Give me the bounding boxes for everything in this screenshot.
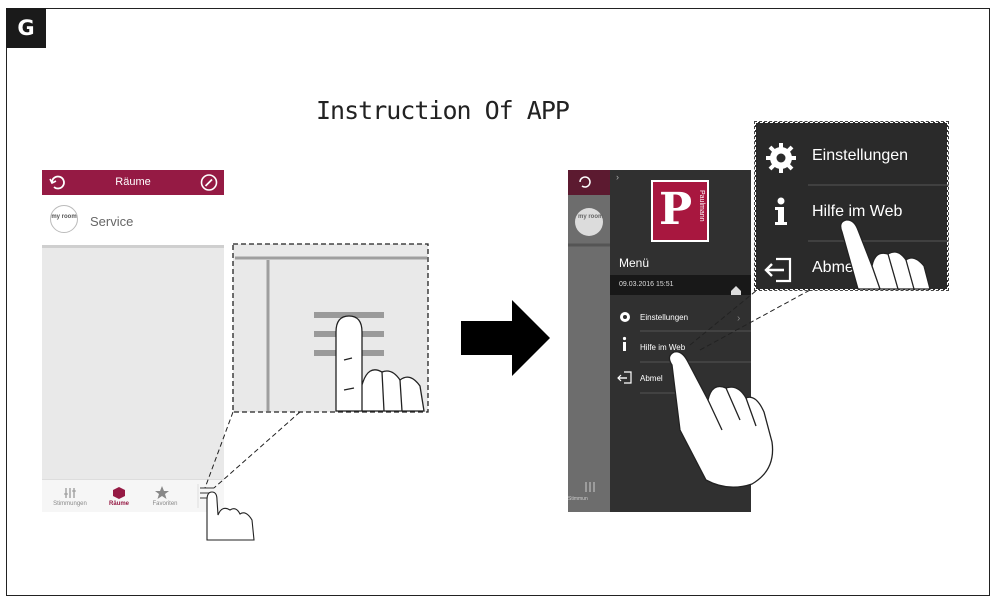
paulmann-logo: P Paulmann [651,180,709,242]
left-phone-header: Räume [42,170,224,195]
edit-icon[interactable] [42,170,224,195]
bottom-nav-icons [64,484,199,508]
chevron-right-icon[interactable]: › [616,172,619,182]
menu-title: Menü [619,256,650,270]
menu-item-abmelden[interactable]: Abmel [640,374,663,383]
info-icon [775,197,787,225]
left-phone-screen: Räume my room Service Stimmungen Räume F… [42,170,224,512]
gear-icon [766,143,796,173]
sliders-icon[interactable] [64,488,76,498]
right-phone-background [568,170,610,512]
zoom-item-einstellungen: Einstellungen [812,147,909,164]
nav-label-raeume: Räume [108,501,129,507]
nav-label-favoriten: Favoriten [152,501,178,507]
paulmann-logo-name: Paulmann [698,190,705,222]
star-icon[interactable] [155,486,169,499]
datetime-text: 09.03.2016 15:51 [619,281,674,288]
paulmann-logo-letter: P [659,184,693,235]
my-room-logo-text: my room [578,214,604,220]
figure-label: G [6,8,46,48]
service-label: Service [90,214,134,229]
menu-item-hilfe-im-web[interactable]: Hilfe im Web [640,343,685,352]
zoom-menu-callout: Einstellungen Hilfe im Web Abme [754,121,949,291]
my-room-logo: my room [50,205,78,233]
logout-icon [764,257,792,283]
zoom-item-hilfe-im-web: Hilfe im Web [812,203,903,220]
room-icon[interactable] [113,487,125,499]
nav-label-stimmungen: Stimmungen [53,501,87,507]
figure-title: Instruction Of APP [316,96,570,125]
zoom-item-abmelden: Abme [812,259,854,276]
service-row[interactable]: my room Service [42,195,224,248]
nav-label-cut: Stimmun [568,496,588,502]
bottom-nav: Stimmungen Räume Favoriten [42,479,224,512]
menu-item-einstellungen[interactable]: Einstellungen [640,313,688,322]
right-phone-header [568,170,610,195]
